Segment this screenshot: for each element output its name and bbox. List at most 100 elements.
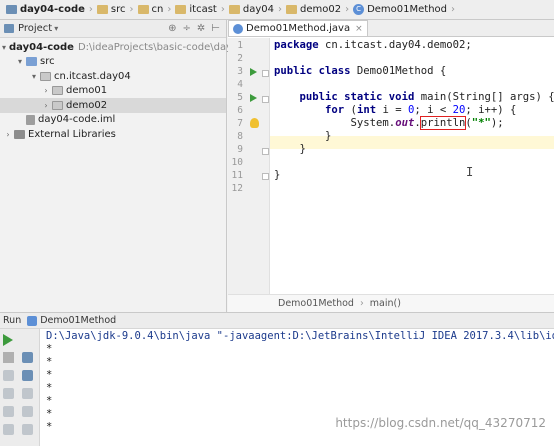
pin-icon[interactable]: [22, 388, 33, 399]
code-line: public static void main(String[] args) {: [299, 91, 554, 103]
dump-threads-icon[interactable]: [3, 388, 14, 399]
fold-icon[interactable]: [262, 96, 269, 103]
run-panel-label: Run: [3, 315, 22, 326]
project-folder-icon: [6, 5, 17, 14]
hide-icon[interactable]: ⊢: [211, 23, 220, 34]
tree-item-project-root[interactable]: ▾ day04-code D:\ideaProjects\basic-code\…: [0, 40, 260, 55]
watermark: https://blog.csdn.net/qq_43270712: [335, 416, 546, 430]
project-tree: ▾ day04-code D:\ideaProjects\basic-code\…: [0, 38, 260, 142]
chevron-right-icon: ›: [451, 4, 456, 15]
line-number: 1: [237, 40, 243, 51]
package-icon: [52, 86, 63, 96]
editor-tab[interactable]: Demo01Method.java ×: [228, 20, 368, 36]
package-icon: [52, 100, 63, 110]
folder-icon: [228, 5, 240, 14]
project-panel-toolbar: Project ▾ ⊕ ÷ ✲ ⊢: [0, 20, 226, 38]
chevron-right-icon[interactable]: ›: [40, 86, 52, 95]
tree-item-src[interactable]: ▾ src: [0, 55, 226, 70]
module-file-icon: [26, 114, 35, 125]
run-method-icon[interactable]: [250, 94, 257, 102]
project-view-icon: [4, 24, 14, 33]
trash-icon[interactable]: [22, 424, 33, 435]
line-number: 3: [237, 66, 243, 77]
line-number: 9: [237, 144, 243, 155]
breadcrumb-item-demo02[interactable]: demo02 ›: [284, 4, 351, 15]
line-number: 8: [237, 131, 243, 142]
source-folder-icon: [26, 57, 37, 67]
tree-item-external-libraries[interactable]: › External Libraries: [0, 127, 226, 142]
tree-item-demo02[interactable]: › demo02: [0, 98, 226, 113]
run-toolbar: [0, 329, 40, 446]
run-class-icon[interactable]: [250, 68, 257, 76]
console-line: *: [46, 382, 53, 394]
chevron-down-icon[interactable]: ▾: [28, 72, 40, 81]
tree-item-demo01[interactable]: › demo01: [0, 84, 226, 99]
pause-icon[interactable]: [3, 370, 14, 381]
chevron-right-icon[interactable]: ›: [40, 101, 52, 110]
project-view-selector[interactable]: Project: [18, 23, 52, 34]
code-editor: Demo01Method.java × 1 2 3 4 5 6 7 8 9 10…: [228, 20, 554, 312]
line-number: 12: [231, 183, 243, 194]
chevron-down-icon[interactable]: ▾: [14, 57, 26, 66]
line-number: 2: [237, 53, 243, 64]
code-line: public class Demo01Method {: [274, 65, 447, 77]
breadcrumb-item-itcast[interactable]: itcast ›: [173, 4, 226, 15]
console-line: *: [46, 356, 53, 368]
package-icon: [40, 71, 51, 81]
navigation-breadcrumb: day04-code › src › cn › itcast › day04 › demo…: [0, 0, 554, 20]
run-panel-header: Run Demo01Method: [0, 313, 554, 329]
print-icon[interactable]: [22, 406, 33, 417]
line-number: 11: [231, 170, 243, 181]
console-line: *: [46, 343, 53, 355]
code-line: }: [274, 130, 332, 142]
chevron-right-icon[interactable]: ›: [2, 130, 14, 139]
console-line: *: [46, 395, 53, 407]
breadcrumb-item-src[interactable]: src ›: [95, 4, 136, 15]
folder-icon: [137, 5, 149, 14]
collapse-icon[interactable]: ÷: [183, 23, 191, 34]
tree-item-package-day04[interactable]: ▾ cn.itcast.day04: [0, 69, 226, 84]
editor-breadcrumb: Demo01Method › main(): [228, 294, 554, 312]
library-icon: [14, 129, 25, 139]
export-icon[interactable]: [3, 424, 14, 435]
line-number: 5: [237, 92, 243, 103]
target-icon[interactable]: ⊕: [168, 23, 176, 34]
chevron-right-icon: ›: [88, 4, 93, 15]
folder-icon: [285, 5, 297, 14]
project-panel: Project ▾ ⊕ ÷ ✲ ⊢ ▾ day04-code D:\ideaPr…: [0, 20, 260, 312]
breadcrumb-item-cn[interactable]: cn ›: [136, 4, 174, 15]
chevron-down-icon[interactable]: ▾: [54, 24, 58, 33]
breadcrumb-item-project[interactable]: day04-code ›: [4, 4, 95, 15]
folder-icon: [96, 5, 108, 14]
editor-gutter: 1 2 3 4 5 6 7 8 9 10 11 12: [228, 38, 270, 294]
run-config-tab[interactable]: Demo01Method: [40, 315, 116, 326]
console-line: *: [46, 369, 53, 381]
code-line: for (int i = 0; i < 20; i++) {: [325, 104, 517, 116]
chevron-right-icon: ›: [129, 4, 134, 15]
fold-icon[interactable]: [262, 173, 269, 180]
breadcrumb-item-class[interactable]: C Demo01Method ›: [351, 4, 457, 15]
rerun-icon[interactable]: [3, 334, 13, 346]
folder-icon: [175, 5, 187, 14]
stop-icon[interactable]: [3, 352, 14, 363]
fold-icon[interactable]: [262, 148, 269, 155]
tree-item-iml[interactable]: day04-code.iml: [0, 113, 226, 128]
line-number: 7: [237, 118, 243, 129]
editor-breadcrumb-class[interactable]: Demo01Method: [278, 298, 354, 309]
breadcrumb-item-day04[interactable]: day04 ›: [227, 4, 284, 15]
soft-wrap-icon[interactable]: [22, 352, 33, 363]
close-icon[interactable]: ×: [355, 24, 363, 34]
class-icon: [233, 23, 243, 34]
code-line: }: [274, 143, 306, 155]
code-area[interactable]: package cn.itcast.day04.demo02; public c…: [274, 38, 554, 294]
fold-icon[interactable]: [262, 70, 269, 77]
scroll-to-end-icon[interactable]: [22, 370, 33, 381]
editor-breadcrumb-method[interactable]: main(): [370, 298, 401, 309]
gear-icon[interactable]: ✲: [197, 23, 205, 34]
console-line: D:\Java\jdk-9.0.4\bin\java "-javaagent:D…: [46, 330, 554, 342]
restore-layout-icon[interactable]: [3, 406, 14, 417]
chevron-down-icon[interactable]: ▾: [2, 43, 6, 52]
class-icon: [27, 315, 38, 326]
lightbulb-icon[interactable]: [250, 118, 259, 128]
chevron-right-icon: ›: [277, 4, 282, 15]
